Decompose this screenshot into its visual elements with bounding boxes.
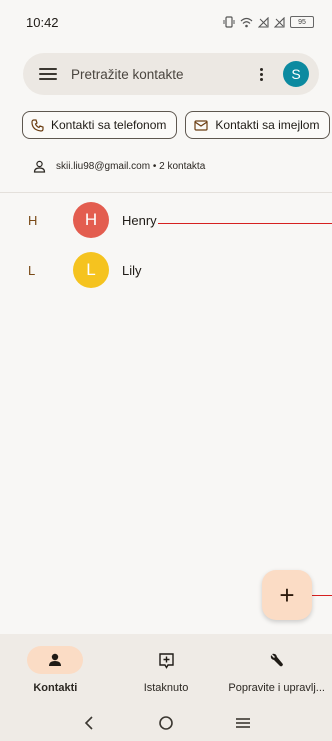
signal-icon-2 xyxy=(274,16,285,28)
nav-label: Popravite i upravlj... xyxy=(228,682,325,694)
account-row: skii.liu98@gmail.com • 2 kontakta xyxy=(33,160,205,173)
back-icon xyxy=(84,715,93,730)
account-avatar[interactable]: S xyxy=(283,61,309,87)
nav-item-fix-manage[interactable]: Popravite i upravlj... xyxy=(221,634,332,704)
nav-label: Kontakti xyxy=(33,682,78,694)
home-icon xyxy=(159,715,173,730)
chip-label: Kontakti sa imejlom xyxy=(215,118,320,132)
contact-avatar: L xyxy=(73,252,109,288)
wrench-icon xyxy=(270,653,283,667)
divider xyxy=(0,192,332,193)
vibrate-icon xyxy=(223,16,235,28)
menu-icon[interactable] xyxy=(39,68,57,80)
annotation-line xyxy=(312,595,332,596)
annotation-line xyxy=(158,223,332,224)
person-icon xyxy=(33,160,46,173)
status-time: 10:42 xyxy=(26,14,59,30)
contact-row-henry[interactable]: H H Henry xyxy=(0,196,332,244)
nav-pill xyxy=(249,646,305,674)
nav-pill xyxy=(27,646,84,674)
recents-icon xyxy=(236,717,251,728)
section-letter: L xyxy=(28,262,36,278)
phone-icon xyxy=(31,118,44,132)
contact-name: Henry xyxy=(122,212,157,228)
more-options-icon[interactable] xyxy=(251,67,271,81)
recents-button[interactable] xyxy=(231,711,255,735)
contact-name: Lily xyxy=(122,262,142,278)
nav-item-contacts[interactable]: Kontakti xyxy=(0,634,111,704)
system-nav xyxy=(0,704,332,741)
star-badge-icon xyxy=(158,652,174,669)
status-icons: 95 xyxy=(223,16,314,28)
contact-avatar: H xyxy=(73,202,109,238)
battery-icon: 95 xyxy=(290,16,314,28)
nav-label: Istaknuto xyxy=(143,682,189,694)
account-text: skii.liu98@gmail.com • 2 kontakta xyxy=(56,161,206,172)
signal-icon xyxy=(258,16,269,28)
bottom-nav: Kontakti Istaknuto Popravite i upravlj..… xyxy=(0,634,332,704)
filter-chips: Kontakti sa telefonom Kontakti sa imejlo… xyxy=(22,111,332,141)
chip-label: Kontakti sa telefonom xyxy=(51,118,167,132)
plus-icon: + xyxy=(279,580,295,610)
search-bar[interactable]: Pretražite kontakte S xyxy=(23,53,319,95)
home-button[interactable] xyxy=(154,711,178,735)
back-button[interactable] xyxy=(77,711,101,735)
nav-item-highlights[interactable]: Istaknuto xyxy=(111,634,222,704)
person-icon xyxy=(49,653,62,666)
chip-phone-contacts[interactable]: Kontakti sa telefonom xyxy=(22,111,178,139)
status-bar: 10:42 95 xyxy=(0,0,332,44)
chip-email-contacts[interactable]: Kontakti sa imejlom xyxy=(185,111,331,139)
wifi-icon xyxy=(240,17,253,27)
contact-row-lily[interactable]: L L Lily xyxy=(0,246,332,294)
search-input[interactable]: Pretražite kontakte xyxy=(71,67,251,82)
nav-pill xyxy=(138,646,194,674)
section-letter: H xyxy=(28,212,38,228)
add-contact-button[interactable]: + xyxy=(262,570,312,620)
mail-icon xyxy=(194,119,209,131)
